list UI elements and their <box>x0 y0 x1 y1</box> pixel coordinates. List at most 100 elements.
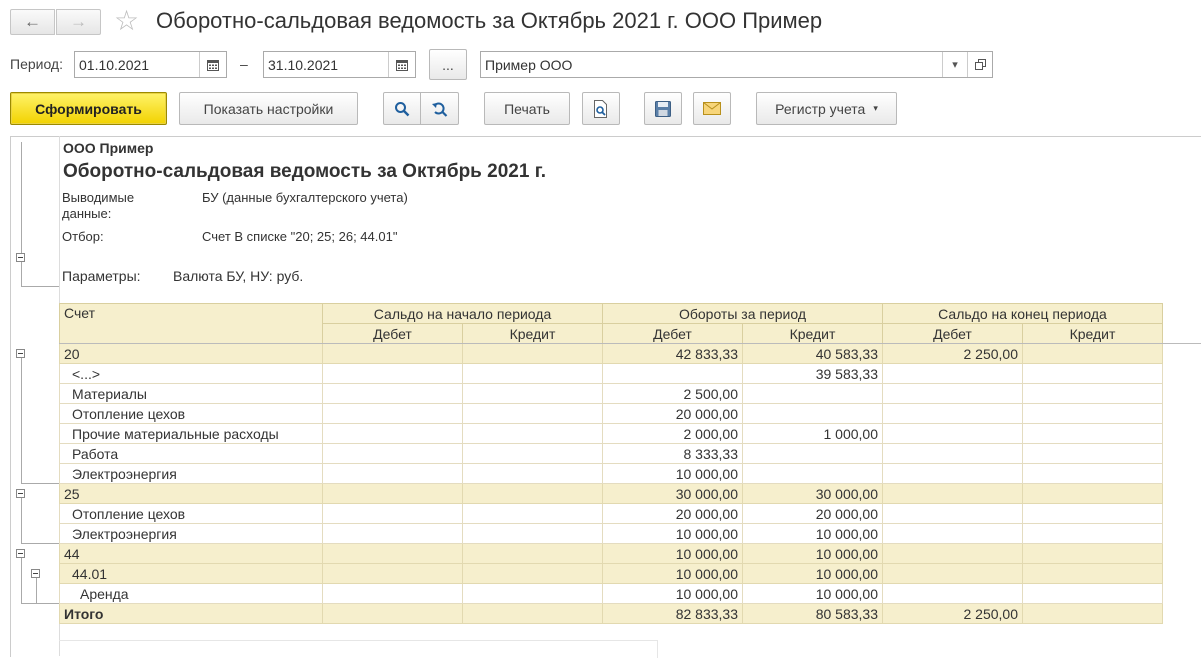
opening-debit-cell[interactable] <box>322 343 463 364</box>
closing-credit-cell[interactable] <box>1022 583 1163 604</box>
table-row[interactable]: Прочие материальные расходы 2 000,00 1 000… <box>59 423 1163 444</box>
opening-debit-cell[interactable] <box>322 503 463 524</box>
turnover-debit-cell[interactable]: 30 000,00 <box>602 483 743 504</box>
opening-credit-cell[interactable] <box>462 503 603 524</box>
opening-credit-cell[interactable] <box>462 443 603 464</box>
opening-debit-cell[interactable] <box>322 523 463 544</box>
opening-debit-cell[interactable] <box>322 563 463 584</box>
closing-credit-cell[interactable] <box>1022 383 1163 404</box>
account-cell[interactable]: Итого <box>59 603 323 624</box>
opening-credit-cell[interactable] <box>462 543 603 564</box>
back-button[interactable]: ← <box>10 9 55 35</box>
total-row[interactable]: Итого 82 833,33 80 583,33 2 250,00 <box>59 603 1163 624</box>
period-select-button[interactable]: ... <box>429 49 467 80</box>
account-cell[interactable]: Отопление цехов <box>59 503 323 524</box>
table-row[interactable]: 44.01 10 000,00 10 000,00 <box>59 563 1163 584</box>
table-row[interactable]: 20 42 833,33 40 583,33 2 250,00 <box>59 343 1163 364</box>
opening-credit-cell[interactable] <box>462 563 603 584</box>
print-button[interactable]: Печать <box>484 92 570 125</box>
turnover-credit-cell[interactable] <box>742 383 883 404</box>
closing-debit-cell[interactable] <box>882 403 1023 424</box>
turnover-credit-cell[interactable]: 80 583,33 <box>742 603 883 624</box>
table-row[interactable]: <...> 39 583,33 <box>59 363 1163 384</box>
date-from-field[interactable]: 01.10.2021 <box>74 51 227 78</box>
turnover-debit-cell[interactable]: 10 000,00 <box>602 583 743 604</box>
turnover-debit-cell[interactable]: 82 833,33 <box>602 603 743 624</box>
collapse-row-icon[interactable] <box>16 489 25 498</box>
generate-button[interactable]: Сформировать <box>10 92 167 125</box>
accounting-register-button[interactable]: Регистр учета ▾ <box>756 92 897 125</box>
opening-credit-cell[interactable] <box>462 343 603 364</box>
calendar-icon[interactable] <box>199 52 226 77</box>
turnover-credit-cell[interactable]: 10 000,00 <box>742 523 883 544</box>
closing-debit-cell[interactable] <box>882 443 1023 464</box>
turnover-credit-cell[interactable]: 10 000,00 <box>742 543 883 564</box>
closing-credit-cell[interactable] <box>1022 423 1163 444</box>
turnover-credit-cell[interactable] <box>742 443 883 464</box>
collapse-row-icon[interactable] <box>16 549 25 558</box>
closing-credit-cell[interactable] <box>1022 603 1163 624</box>
turnover-debit-cell[interactable]: 10 000,00 <box>602 463 743 484</box>
collapse-row-icon[interactable] <box>31 569 40 578</box>
closing-credit-cell[interactable] <box>1022 563 1163 584</box>
account-cell[interactable]: Работа <box>59 443 323 464</box>
opening-debit-cell[interactable] <box>322 543 463 564</box>
opening-debit-cell[interactable] <box>322 443 463 464</box>
closing-debit-cell[interactable] <box>882 523 1023 544</box>
turnover-credit-cell[interactable]: 10 000,00 <box>742 583 883 604</box>
opening-credit-cell[interactable] <box>462 403 603 424</box>
account-cell[interactable]: Электроэнергия <box>59 463 323 484</box>
closing-debit-cell[interactable] <box>882 503 1023 524</box>
closing-debit-cell[interactable] <box>882 483 1023 504</box>
account-cell[interactable]: Материалы <box>59 383 323 404</box>
closing-debit-cell[interactable] <box>882 383 1023 404</box>
search-button[interactable] <box>383 92 421 125</box>
opening-credit-cell[interactable] <box>462 363 603 384</box>
turnover-debit-cell[interactable]: 10 000,00 <box>602 563 743 584</box>
turnover-debit-cell[interactable]: 2 000,00 <box>602 423 743 444</box>
table-row[interactable]: Отопление цехов 20 000,00 <box>59 403 1163 424</box>
account-cell[interactable]: <...> <box>59 363 323 384</box>
print-preview-button[interactable] <box>582 92 620 125</box>
closing-credit-cell[interactable] <box>1022 343 1163 364</box>
turnover-debit-cell[interactable]: 20 000,00 <box>602 503 743 524</box>
table-row[interactable]: Отопление цехов 20 000,00 20 000,00 <box>59 503 1163 524</box>
table-row[interactable]: Работа 8 333,33 <box>59 443 1163 464</box>
turnover-debit-cell[interactable]: 42 833,33 <box>602 343 743 364</box>
turnover-credit-cell[interactable]: 20 000,00 <box>742 503 883 524</box>
turnover-credit-cell[interactable]: 40 583,33 <box>742 343 883 364</box>
turnover-debit-cell[interactable]: 20 000,00 <box>602 403 743 424</box>
account-cell[interactable]: 44.01 <box>59 563 323 584</box>
opening-credit-cell[interactable] <box>462 583 603 604</box>
table-row[interactable]: Материалы 2 500,00 <box>59 383 1163 404</box>
closing-credit-cell[interactable] <box>1022 363 1163 384</box>
turnover-credit-cell[interactable] <box>742 463 883 484</box>
turnover-debit-cell[interactable]: 10 000,00 <box>602 523 743 544</box>
calendar-icon[interactable] <box>388 52 415 77</box>
account-cell[interactable]: Прочие материальные расходы <box>59 423 323 444</box>
account-cell[interactable]: Аренда <box>59 583 323 604</box>
opening-credit-cell[interactable] <box>462 423 603 444</box>
table-row[interactable]: 25 30 000,00 30 000,00 <box>59 483 1163 504</box>
closing-debit-cell[interactable]: 2 250,00 <box>882 343 1023 364</box>
search-refresh-button[interactable] <box>420 92 459 125</box>
closing-credit-cell[interactable] <box>1022 403 1163 424</box>
table-row[interactable]: Электроэнергия 10 000,00 <box>59 463 1163 484</box>
favorite-star-icon[interactable]: ☆ <box>114 4 139 38</box>
dropdown-arrow-icon[interactable]: ▾ <box>942 52 967 77</box>
closing-debit-cell[interactable] <box>882 363 1023 384</box>
closing-credit-cell[interactable] <box>1022 523 1163 544</box>
account-cell[interactable]: 20 <box>59 343 323 364</box>
collapse-header-icon[interactable] <box>16 253 25 262</box>
turnover-credit-cell[interactable]: 1 000,00 <box>742 423 883 444</box>
closing-debit-cell[interactable]: 2 250,00 <box>882 603 1023 624</box>
account-cell[interactable]: Отопление цехов <box>59 403 323 424</box>
forward-button[interactable]: → <box>56 9 101 35</box>
closing-debit-cell[interactable] <box>882 543 1023 564</box>
opening-debit-cell[interactable] <box>322 403 463 424</box>
closing-debit-cell[interactable] <box>882 463 1023 484</box>
opening-debit-cell[interactable] <box>322 583 463 604</box>
turnover-credit-cell[interactable] <box>742 403 883 424</box>
date-to-field[interactable]: 31.10.2021 <box>263 51 416 78</box>
closing-debit-cell[interactable] <box>882 583 1023 604</box>
